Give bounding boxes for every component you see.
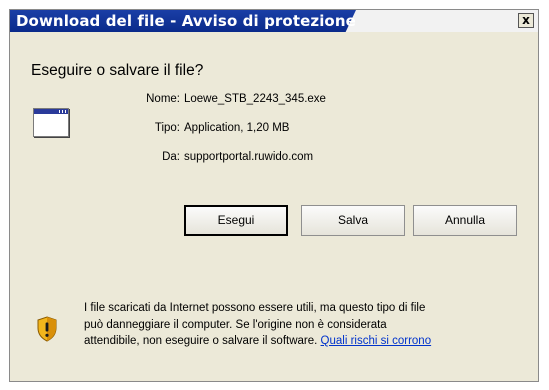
- risks-link[interactable]: Quali rischi si corrono: [321, 335, 432, 347]
- file-type-row: Tipo:: [10, 122, 180, 138]
- save-button[interactable]: Salva: [301, 205, 405, 236]
- file-type-label: Tipo:: [154, 122, 180, 134]
- application-window-icon-controls: [59, 110, 66, 113]
- file-source-label: Da:: [162, 151, 180, 163]
- security-shield-icon: [37, 316, 57, 342]
- title-bar[interactable]: Download del file - Avviso di protezione…: [10, 10, 538, 32]
- security-warning-dialog: Download del file - Avviso di protezione…: [9, 9, 539, 382]
- file-source-row: Da:: [10, 151, 180, 167]
- dialog-question: Eseguire o salvare il file?: [31, 62, 204, 79]
- warning-line-3-text: attendibile, non eseguire o salvare il s…: [84, 335, 321, 347]
- file-source-value: supportportal.ruwido.com: [184, 151, 314, 163]
- cancel-button[interactable]: Annulla: [413, 205, 517, 236]
- dialog-title: Download del file - Avviso di protezione: [16, 12, 356, 30]
- close-button[interactable]: x: [518, 13, 534, 28]
- run-button[interactable]: Esegui: [184, 205, 288, 236]
- file-name-label: Nome:: [146, 93, 180, 105]
- warning-line-2: può danneggiare il computer. Se l'origin…: [84, 318, 387, 331]
- warning-line-1: I file scaricati da Internet possono ess…: [84, 302, 426, 314]
- file-name-value: Loewe_STB_2243_345.exe: [184, 93, 326, 105]
- warning-line-3: attendibile, non eseguire o salvare il s…: [84, 333, 431, 350]
- close-icon: x: [522, 13, 530, 27]
- file-type-value: Application, 1,20 MB: [184, 122, 290, 134]
- file-name-row: Nome:: [10, 93, 180, 109]
- warning-message: I file scaricati da Internet possono ess…: [84, 300, 431, 350]
